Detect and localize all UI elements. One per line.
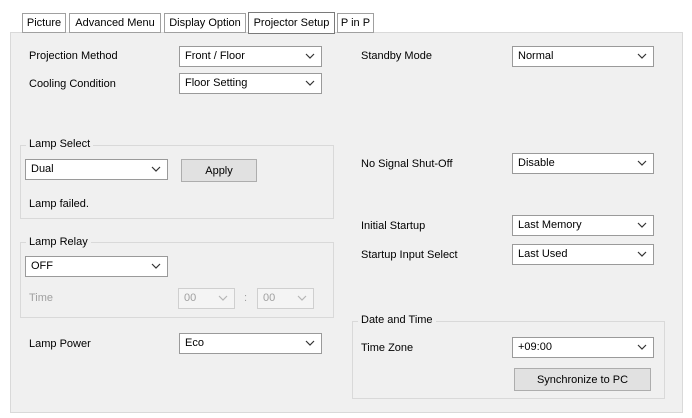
cooling-condition-select[interactable]: Floor Setting (179, 73, 322, 94)
tab-picture[interactable]: Picture (22, 13, 66, 33)
lamp-relay-value: OFF (31, 260, 53, 272)
startup-input-select[interactable]: Last Used (512, 244, 654, 265)
tab-bar: Picture Advanced Menu Display Option Pro… (0, 0, 692, 34)
chevron-down-icon (151, 263, 161, 269)
chevron-down-icon (637, 344, 647, 350)
no-signal-shutoff-value: Disable (518, 157, 555, 169)
chevron-down-icon (297, 295, 307, 301)
chevron-down-icon (637, 222, 647, 228)
time-label: Time (29, 292, 54, 304)
lamp-select-value: Dual (31, 163, 54, 175)
cooling-condition-label: Cooling Condition (29, 78, 116, 90)
standby-mode-select[interactable]: Normal (512, 46, 654, 67)
tab-p-in-p[interactable]: P in P (337, 13, 374, 33)
apply-button[interactable]: Apply (181, 159, 257, 182)
chevron-down-icon (305, 80, 315, 86)
no-signal-shutoff-label: No Signal Shut-Off (361, 158, 453, 170)
chevron-down-icon (637, 53, 647, 59)
lamp-select-select[interactable]: Dual (25, 159, 168, 180)
lamp-relay-select[interactable]: OFF (25, 256, 168, 277)
lamp-power-value: Eco (185, 337, 204, 349)
chevron-down-icon (305, 340, 315, 346)
time-separator: : (244, 292, 248, 304)
lamp-status-text: Lamp failed. (29, 198, 89, 210)
projection-method-value: Front / Floor (185, 50, 245, 62)
lamp-relay-minute-select[interactable]: 00 (257, 288, 314, 309)
chevron-down-icon (218, 295, 228, 301)
tab-display-option[interactable]: Display Option (164, 13, 246, 33)
date-time-group-title: Date and Time (358, 313, 436, 327)
lamp-relay-group-title: Lamp Relay (26, 235, 91, 249)
time-zone-value: +09:00 (518, 341, 552, 353)
tab-projector-setup[interactable]: Projector Setup (248, 12, 335, 34)
startup-input-select-label: Startup Input Select (361, 249, 458, 261)
chevron-down-icon (151, 166, 161, 172)
tab-advanced-menu[interactable]: Advanced Menu (69, 13, 161, 33)
projection-method-select[interactable]: Front / Floor (179, 46, 322, 67)
lamp-relay-hour-value: 00 (184, 292, 197, 304)
lamp-relay-minute-value: 00 (263, 292, 276, 304)
time-zone-select[interactable]: +09:00 (512, 337, 654, 358)
time-zone-label: Time Zone (361, 342, 414, 354)
standby-mode-value: Normal (518, 50, 554, 62)
initial-startup-value: Last Memory (518, 219, 582, 231)
chevron-down-icon (305, 53, 315, 59)
cooling-condition-value: Floor Setting (185, 77, 248, 89)
projection-method-label: Projection Method (29, 50, 118, 62)
lamp-power-label: Lamp Power (29, 338, 91, 350)
no-signal-shutoff-select[interactable]: Disable (512, 153, 654, 174)
lamp-power-select[interactable]: Eco (179, 333, 322, 354)
initial-startup-label: Initial Startup (361, 220, 426, 232)
synchronize-to-pc-button[interactable]: Synchronize to PC (514, 368, 651, 391)
initial-startup-select[interactable]: Last Memory (512, 215, 654, 236)
lamp-select-group-title: Lamp Select (26, 137, 94, 151)
startup-input-select-value: Last Used (518, 248, 568, 260)
lamp-relay-hour-select[interactable]: 00 (178, 288, 235, 309)
chevron-down-icon (637, 251, 647, 257)
standby-mode-label: Standby Mode (361, 50, 432, 62)
chevron-down-icon (637, 160, 647, 166)
